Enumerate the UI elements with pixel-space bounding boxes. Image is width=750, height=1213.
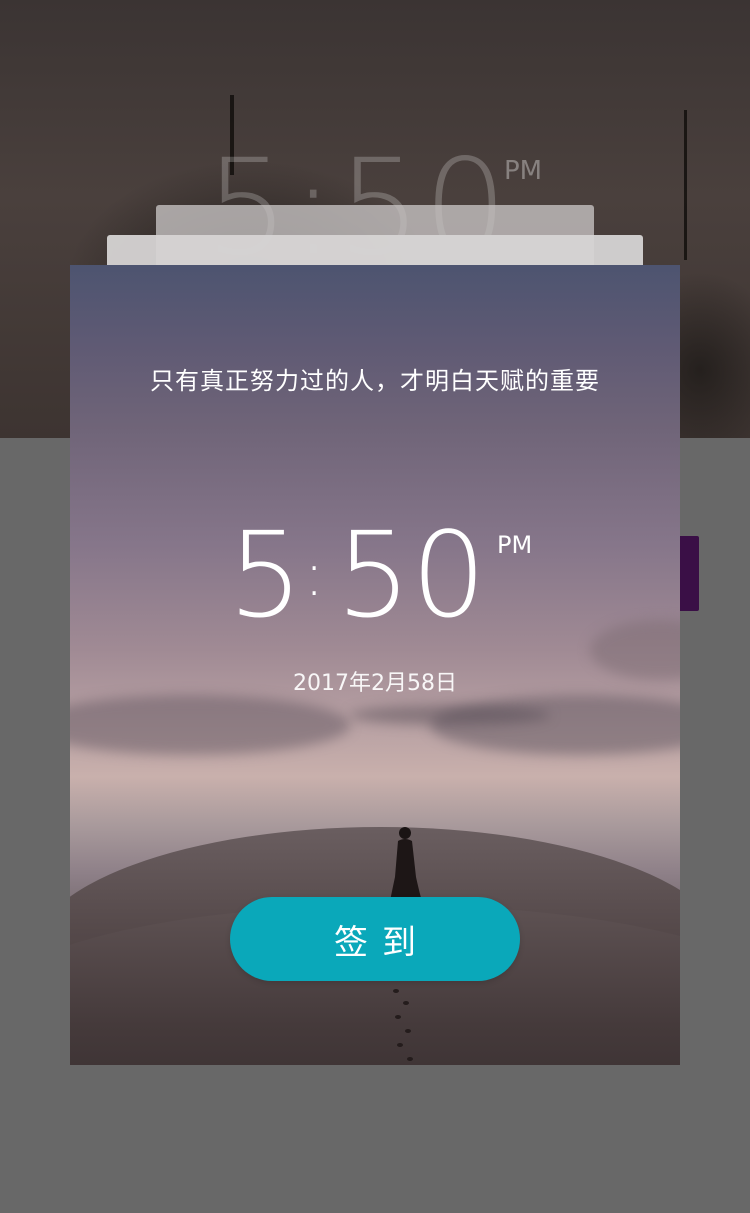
clock-ampm: PM	[497, 531, 533, 559]
person-silhouette	[390, 827, 422, 901]
cloud	[350, 705, 550, 725]
clock-time: 5 : 50	[70, 510, 680, 640]
footprints	[393, 989, 413, 1061]
cloud	[430, 695, 680, 755]
motto-quote: 只有真正努力过的人，才明白天赋的重要	[150, 367, 600, 395]
cloud	[70, 695, 350, 755]
background-purple-tab	[678, 536, 699, 611]
clock-date: 2017年2月58日	[293, 671, 457, 696]
background-tree-branch	[684, 110, 687, 260]
clock-colon: :	[304, 540, 325, 610]
checkin-card: 只有真正努力过的人，才明白天赋的重要 5 : 50 PM 2017年2月58日 …	[70, 265, 680, 1065]
clock-hour: 5	[228, 506, 304, 644]
background-clock-ampm: PM	[504, 156, 543, 186]
clock-minutes: 50	[336, 506, 487, 644]
checkin-button[interactable]: 签到	[230, 897, 520, 981]
